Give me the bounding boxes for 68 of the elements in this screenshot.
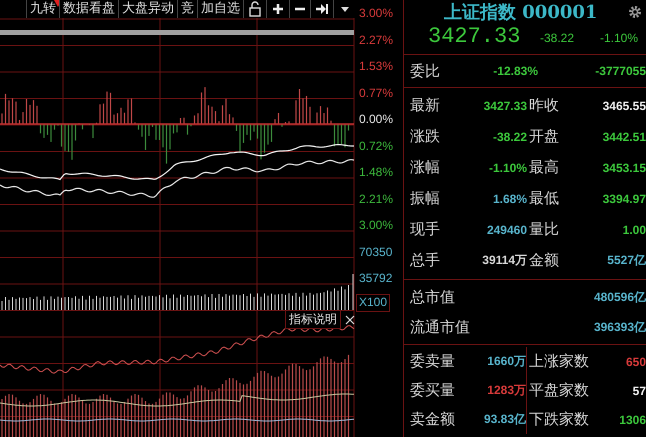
minus-icon [294,7,306,11]
field-label: 上涨家数 [526,347,597,376]
axis-label: 1.48% [358,165,394,181]
field-value: 1283万 [486,382,526,399]
field-label: 流通市值 [410,318,471,336]
toolbar-button[interactable]: 加自选 [197,0,243,18]
field-value: 480596亿 [592,288,646,306]
axis-label: 35792 [358,271,392,287]
price-change: -38.22 [540,31,576,45]
field-label: 最新 [410,96,441,115]
field-value: 3442.51 [602,130,646,144]
field-label: 金额 [528,251,560,270]
field-value: 1.00 [622,222,646,236]
field-label: 振幅 [410,189,441,208]
field-label: 委买量 [410,381,456,400]
axis-label: 0.72% [358,138,394,154]
field-value: 249460 [486,222,527,236]
axis-label: 70350 [358,244,392,260]
percent-change: -1.10% [600,31,638,45]
field-value: 39114万 [481,252,527,269]
field-label: 卖金额 [410,410,456,429]
field-label: 下跌家数 [526,405,597,434]
skip-to-end-icon [315,1,329,17]
field-value: 3453.15 [602,160,646,174]
field-value: 1306 [618,412,646,426]
field-label: 总市值 [410,288,456,306]
field-label: 开盘 [528,127,560,146]
field-value: 3427.33 [482,98,527,112]
field-label: 涨跌 [410,127,441,146]
field-value: 93.83亿 [482,411,526,428]
axis-label: 2.27% [358,32,394,48]
field-label: 最高 [528,158,560,177]
field-value: 3465.55 [602,98,646,112]
field-label: 涨幅 [410,158,441,177]
field-label: 最低 [528,189,560,208]
axis-label: 3.00% [358,218,394,234]
field-value: 5527亿 [606,252,646,269]
field-value: 1.68% [492,192,527,206]
axis-label: 0.00% [358,112,394,128]
field-value: -3777055 [594,64,646,78]
field-label: 平盘家数 [526,376,597,405]
lock-icon [248,1,262,17]
close-icon[interactable] [345,314,355,324]
field-label: 委卖量 [410,352,456,371]
indicator-help-button[interactable]: 指标说明 [285,310,341,329]
field-value: -12.83% [492,64,538,78]
index-price: 3427.33 [428,24,522,49]
axis-label: 2.21% [358,192,394,208]
field-label: 总手 [410,251,441,270]
field-label: 昨收 [528,96,560,115]
field-value: 1660万 [486,353,526,370]
axis-label: 3.00% [358,6,394,22]
toolbar-button[interactable]: 九转 [26,0,59,18]
field-value: 650 [624,354,646,368]
field-value: 396393亿 [592,318,646,336]
axis-label: 0.77% [358,86,394,102]
field-label: 量比 [528,220,560,239]
field-label: 现手 [410,220,441,239]
scale-label: X100 [356,294,390,312]
settings-icon[interactable] [628,5,642,19]
plus-icon [271,1,285,17]
field-value: 3394.97 [602,192,646,206]
axis-label: 1.53% [358,59,394,75]
field-value: -1.10% [488,160,527,174]
field-label: 委比 [410,62,441,80]
field-value: 57 [632,384,646,398]
field-value: -38.22 [492,130,527,144]
index-title: 上证指数 000001 [444,1,598,24]
